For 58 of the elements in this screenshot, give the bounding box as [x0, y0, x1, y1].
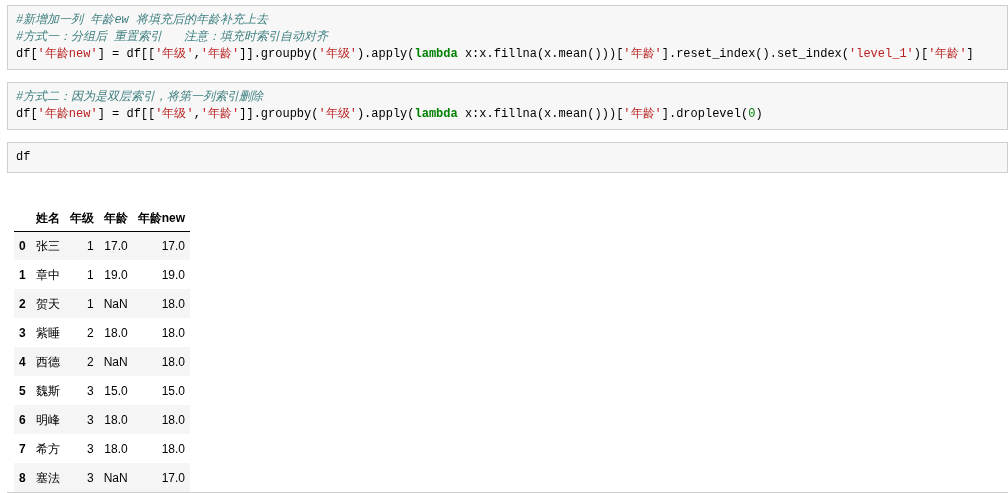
table-cell: 1 [87, 238, 94, 253]
table-cell: 3 [87, 412, 94, 427]
table-cell: 18.0 [161, 325, 186, 340]
table-cell: 18.0 [161, 354, 186, 369]
table-cell: 18.0 [104, 412, 128, 427]
code-line: df['年龄new'] = df[['年级','年龄']].groupby('年级').apply(lambda x:x.fillna(x.mean()))['年龄'].droplevel(0) [16, 106, 763, 123]
table-cell: NaN [103, 296, 128, 311]
code-line: df [16, 149, 31, 166]
table-cell: 3 [87, 383, 94, 398]
table-cell: 17.0 [104, 238, 128, 253]
code-cell[interactable]: #方式二：因为是双层索引，将第一列索引删除 df['年龄new'] = df[['年级','年龄']].groupby('年级').apply(lambda x:x.fillna(x.mean()))['年龄'].droplevel(0) [7, 82, 1008, 130]
code-cell[interactable]: #新增加一列 年龄ew 将填充后的年龄补充上去 #方式一：分组后 重置索引 注意：填充时索引自动对齐 df['年龄new'] = df[['年级','年龄']].groupby('年级').apply(lambda x:x.fillna(x.mean()))['年龄'].reset_index().set_index('level_1')['年龄'] [7, 5, 1008, 70]
table-cell: 18.0 [104, 441, 128, 456]
row-index: 6 [19, 412, 26, 427]
row-index: 0 [19, 238, 26, 253]
table-cell: 18.0 [161, 441, 186, 456]
table-cell: 3 [87, 470, 94, 485]
row-index: 2 [19, 296, 26, 311]
table-cell: NaN [103, 470, 128, 485]
row-index: 3 [19, 325, 26, 340]
table-cell: 15.0 [104, 383, 128, 398]
table-cell: 19.0 [161, 267, 186, 282]
code-comment: #新增加一列 年龄ew 将填充后的年龄补充上去 [16, 12, 268, 29]
table-cell: 17.0 [161, 238, 186, 253]
row-index: 4 [19, 354, 26, 369]
table-cell: 1 [87, 296, 94, 311]
table-cell: 1 [87, 267, 94, 282]
table-cell: 17.0 [161, 470, 186, 485]
row-index: 7 [19, 441, 26, 456]
code-comment: #方式二：因为是双层索引，将第一列索引删除 [16, 89, 264, 106]
table-cell: 18.0 [161, 296, 186, 311]
table-cell: 希方 [35, 441, 60, 456]
code-cell[interactable]: df [7, 142, 1008, 173]
table-cell: 2 [87, 354, 94, 369]
table-cell: 3 [87, 441, 94, 456]
row-index: 5 [19, 383, 26, 398]
table-cell: 明峰 [35, 412, 60, 427]
table-cell: 19.0 [104, 267, 128, 282]
table-cell: 张三 [35, 238, 60, 253]
row-index: 8 [19, 470, 26, 485]
table-cell: 2 [87, 325, 94, 340]
code-line: df['年龄new'] = df[['年级','年龄']].groupby('年级').apply(lambda x:x.fillna(x.mean()))['年龄'].reset_index().set_index('level_1')['年龄'] [16, 46, 974, 63]
table-cell: 西德 [35, 354, 60, 369]
table-cell: 18.0 [104, 325, 128, 340]
table-cell: 18.0 [161, 412, 186, 427]
column-header: 姓名 [35, 210, 60, 225]
row-index: 1 [19, 267, 26, 282]
column-header: 年级 [69, 210, 94, 225]
table-cell: 15.0 [161, 383, 186, 398]
code-comment: #方式一：分组后 重置索引 注意：填充时索引自动对齐 [16, 29, 328, 46]
table-cell: 魏斯 [35, 383, 60, 398]
column-header: 年龄 [103, 210, 128, 225]
table-cell: 紫睡 [35, 325, 60, 340]
table-cell: 贺天 [35, 296, 60, 311]
table-cell: 章中 [35, 267, 60, 282]
table-cell: 塞法 [35, 470, 60, 485]
column-header: 年龄new [137, 210, 186, 225]
table-cell: NaN [103, 354, 128, 369]
